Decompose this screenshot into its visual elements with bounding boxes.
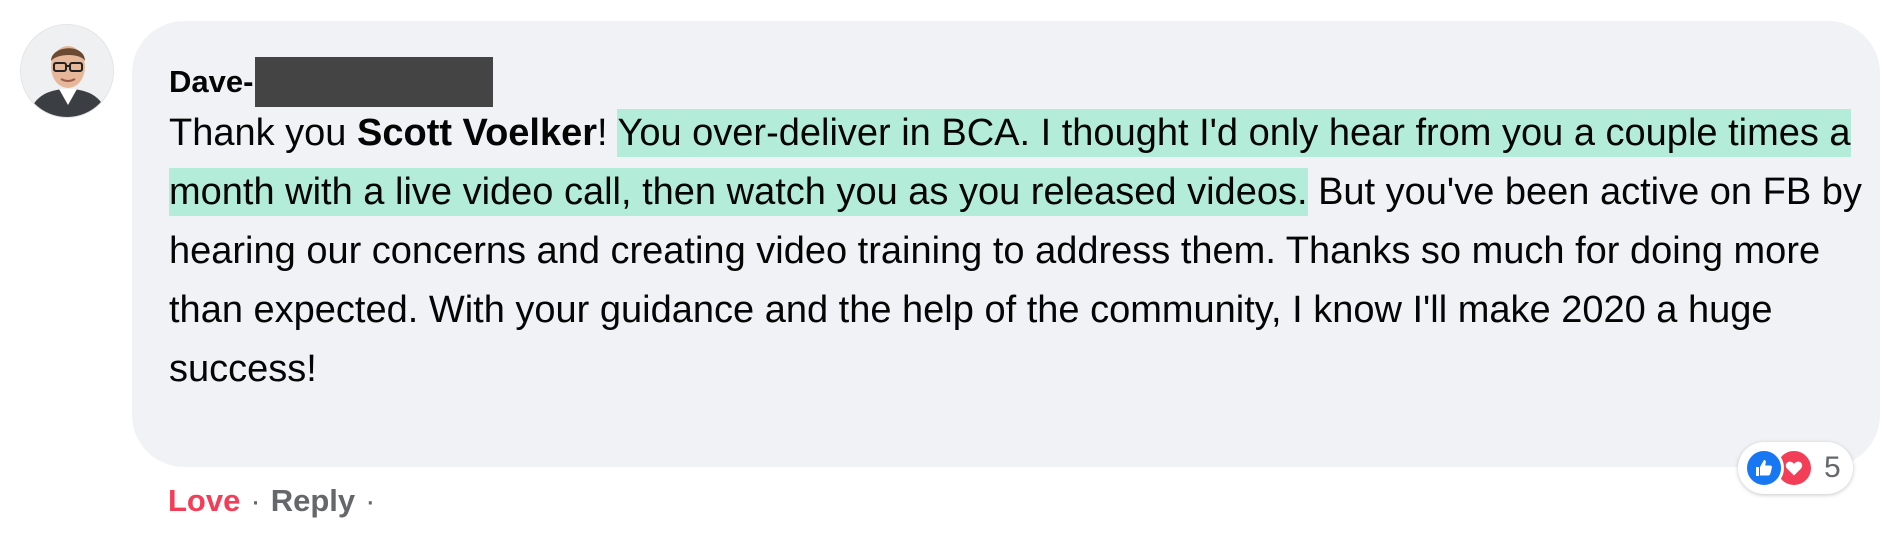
reactions-summary[interactable]: 5 bbox=[1738, 442, 1853, 494]
love-reaction-link[interactable]: Love bbox=[168, 483, 240, 519]
comment-text: Thank you Scott Voelker! You over-delive… bbox=[169, 104, 1869, 399]
author-name[interactable]: Dave- bbox=[169, 64, 253, 100]
author-row: Dave- bbox=[169, 57, 494, 107]
avatar-photo bbox=[21, 25, 113, 117]
comment-bubble: Dave- Thank you Scott Voelker! You over-… bbox=[132, 21, 1880, 467]
comment-intro-text: Thank you bbox=[169, 112, 357, 154]
mention-link[interactable]: Scott Voelker bbox=[357, 112, 597, 154]
separator-dot: · bbox=[365, 483, 376, 518]
redacted-surname-box bbox=[255, 57, 494, 107]
comment-punctuation: ! bbox=[597, 112, 618, 154]
like-icon bbox=[1744, 448, 1784, 488]
reply-link[interactable]: Reply bbox=[271, 483, 355, 519]
reaction-count: 5 bbox=[1824, 451, 1841, 484]
comment-actions: Love · Reply · bbox=[168, 478, 385, 524]
separator-dot: · bbox=[250, 483, 261, 518]
avatar[interactable] bbox=[20, 24, 114, 118]
